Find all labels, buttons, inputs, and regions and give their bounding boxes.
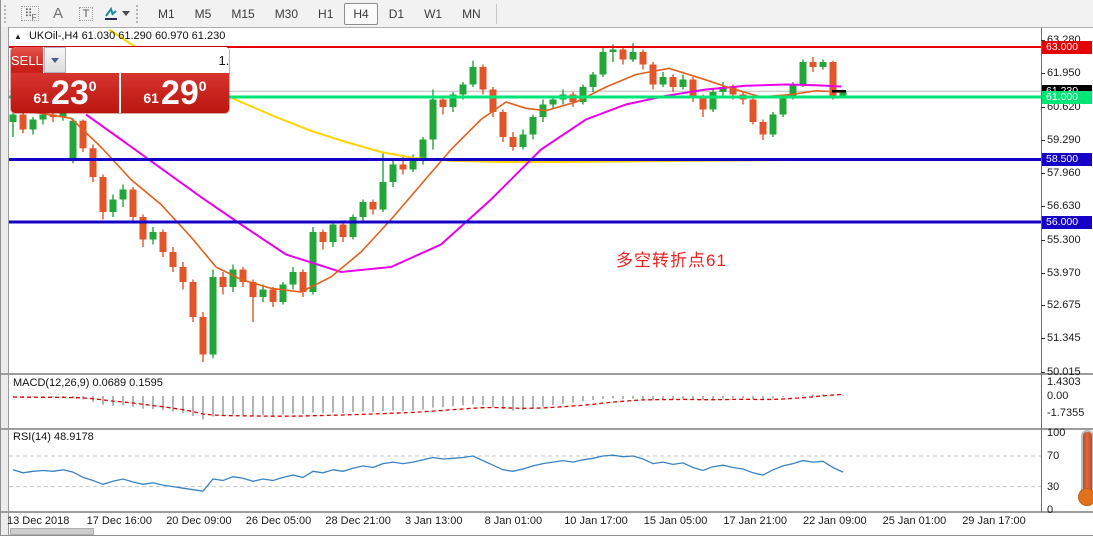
trading-terminal-window: ⠿F A T M1 M5 M15 M30 H1 H4 D1 W1 MN ▲ UKOil-,H4 … [0,0,1093,536]
price-axis-tick-mark [1041,73,1045,75]
price-axis-tick-mark [1041,338,1045,340]
price-axis-tick-mark [1041,139,1045,141]
rsi-axis-label: 100 [1047,427,1066,439]
time-axis-label: 29 Jan 17:00 [962,515,1026,527]
buy-price-big-digits: 29 [160,74,199,112]
horizontal-scrollbar-thumb[interactable] [10,528,94,535]
time-axis-label: 28 Dec 21:00 [325,515,391,527]
time-axis-label: 25 Jan 01:00 [882,515,947,527]
volume-box [43,47,229,73]
price-axis-badge: 56.000 [1042,215,1092,229]
rsi-axis-label: 30 [1047,480,1060,493]
price-axis-badge: 58.500 [1042,153,1092,166]
rsi-panel-separator[interactable] [1,428,1093,430]
macd-axis-label: 1.4303 [1047,376,1081,389]
chart-text-annotation: 多空转折点61 [616,251,727,270]
price-axis-tick-mark [1041,106,1045,108]
price-axis-tick-mark [1041,173,1045,174]
macd-axis-label: 0.00 [1047,390,1069,402]
price-axis-tick-mark [1041,371,1045,373]
time-axis-label: 20 Dec 09:00 [166,515,232,527]
time-axis-label: 8 Jan 01:00 [484,515,543,527]
time-axis-label: 26 Dec 05:00 [245,515,312,527]
chart-title: ▲ UKOil-,H4 61.030 61.290 60.970 61.230 [14,30,225,42]
window-left-edge [1,27,9,535]
price-axis-tick-label: 55.300 [1047,233,1081,246]
price-axis-tick-mark [1041,239,1045,241]
time-axis-label: 13 Dec 2018 [7,515,70,527]
macd-indicator-label: MACD(12,26,9) 0.0689 0.1595 [13,377,163,389]
sell-price-display[interactable]: 61 23 0 [11,73,120,113]
buy-price-display[interactable]: 61 29 0 [120,73,229,113]
price-axis-tick-label: 53.970 [1047,266,1081,279]
time-axis-separator [1,511,1093,513]
collapse-subwindow-icon[interactable]: ▲ [14,32,22,41]
price-axis-tick-mark [1041,305,1045,307]
volume-input[interactable] [65,47,229,73]
price-axis-tick-label: 59.290 [1047,133,1081,146]
time-axis-label: 3 Jan 13:00 [405,515,463,527]
buy-price-prefix: 61 [143,90,159,106]
rsi-axis-label: 70 [1047,449,1060,462]
one-click-trading-panel: SELL BUY 61 23 0 61 29 0 [11,47,229,113]
thermometer-icon [1077,430,1093,516]
chart-symbol-period: UKOil-,H4 [28,30,79,42]
price-axis-tick-label: 61.950 [1047,67,1081,80]
rsi-axis-label: 0 [1047,503,1054,516]
rsi-indicator-label: RSI(14) 48.9178 [13,431,94,443]
sell-price-prefix: 61 [33,90,49,106]
time-axis-label: 22 Jan 09:00 [803,515,867,527]
time-axis-label: 17 Jan 21:00 [723,515,788,527]
sell-price-big-digits: 23 [50,74,89,112]
price-axis-tick-mark [1041,206,1045,208]
macd-panel-separator[interactable] [1,373,1093,375]
price-axis-tick-label: 52.675 [1047,299,1081,312]
price-axis-badge: 61.000 [1042,90,1092,104]
price-axis-tick-label: 57.960 [1047,167,1081,179]
price-axis-badge: 63.000 [1042,40,1092,54]
price-axis-tick-label: 51.345 [1047,332,1081,345]
macd-axis-label: -1.7355 [1047,406,1085,419]
time-axis-label: 17 Dec 16:00 [86,515,153,527]
volume-decrease-button[interactable] [43,47,66,73]
buy-price-superscript: 0 [198,78,207,94]
time-axis-label: 15 Jan 05:00 [643,515,708,527]
price-axis-tick-label: 56.630 [1047,200,1081,213]
price-axis-tick-mark [1041,272,1045,274]
sell-price-superscript: 0 [88,78,97,94]
chart-ohlc-values: 61.030 61.290 60.970 61.230 [81,30,226,42]
time-axis-label: 10 Jan 17:00 [564,515,628,527]
sell-button[interactable]: SELL [11,47,44,73]
